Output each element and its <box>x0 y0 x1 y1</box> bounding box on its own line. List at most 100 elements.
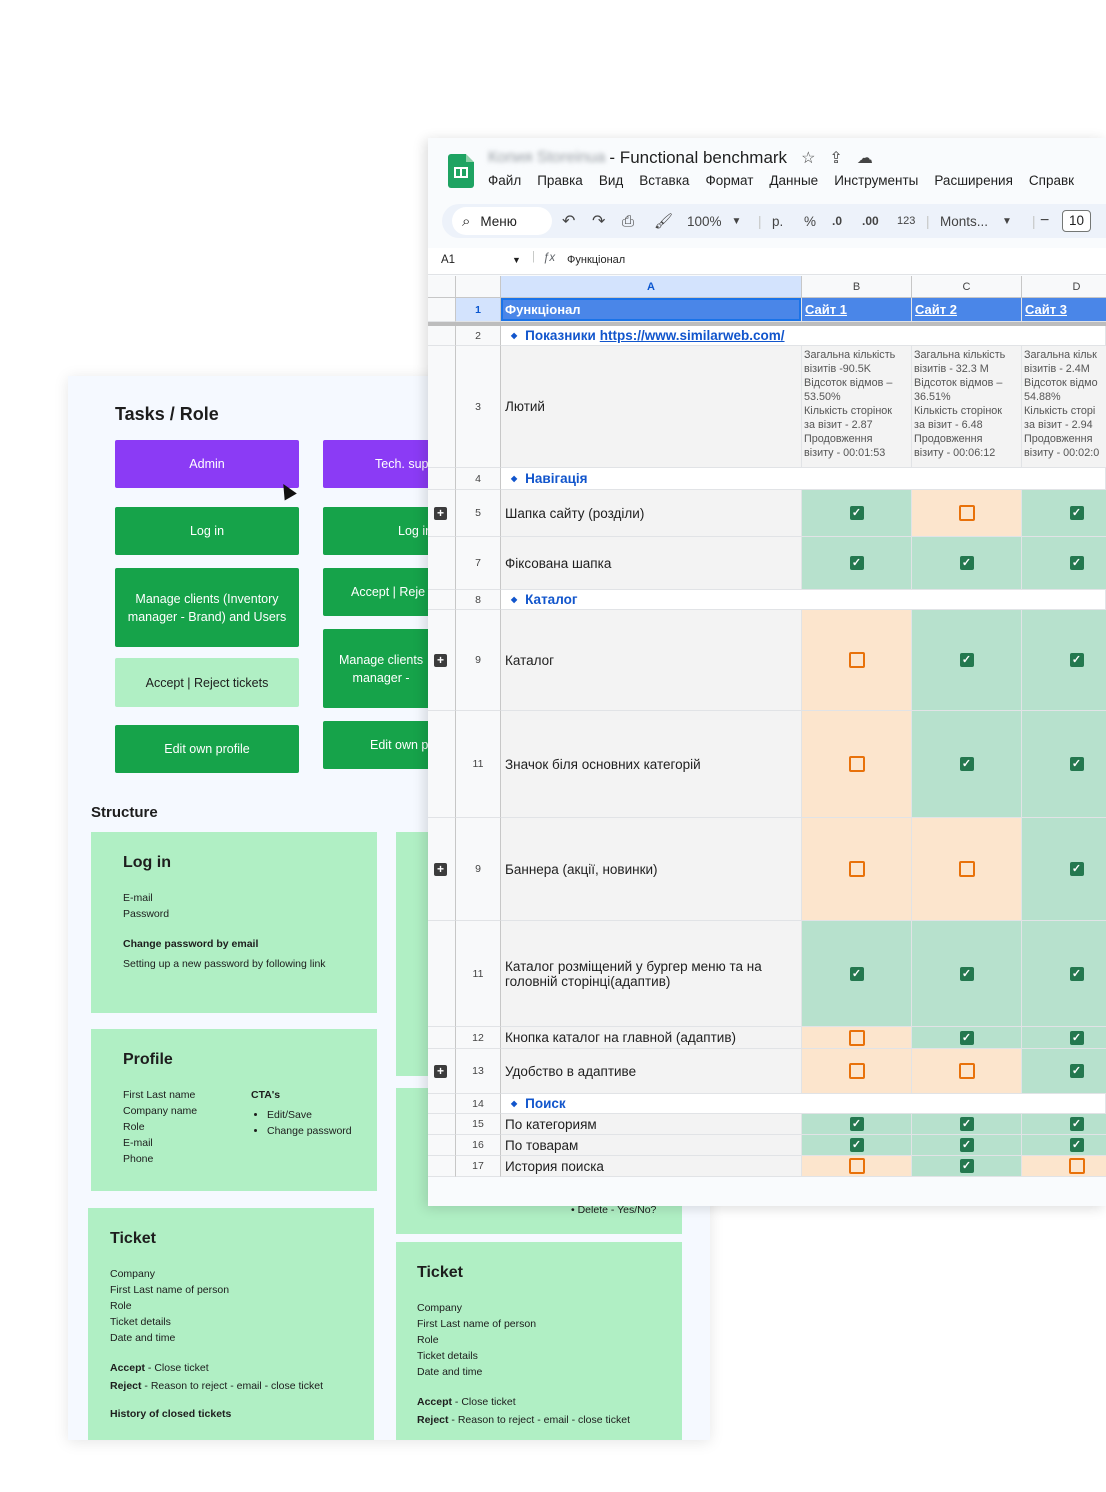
checkbox-cell[interactable]: ✓ <box>1022 610 1106 711</box>
unchecked-checkbox-icon[interactable] <box>848 1158 865 1174</box>
header-cell-site-2[interactable]: Сайт 2 <box>912 298 1022 322</box>
checked-checkbox-icon[interactable]: ✓ <box>1069 653 1084 667</box>
unchecked-checkbox-icon[interactable] <box>848 861 865 877</box>
feature-name-cell[interactable]: Кнопка каталог на главной (адаптив) <box>501 1027 802 1049</box>
document-title[interactable]: - Functional benchmark <box>609 148 787 168</box>
header-cell-site-1[interactable]: Сайт 1 <box>802 298 912 322</box>
row-number[interactable]: 9 <box>456 818 501 921</box>
feature-name-cell[interactable]: Лютий <box>501 346 802 468</box>
chevron-down-icon[interactable]: ▼ <box>512 255 521 265</box>
checked-checkbox-icon[interactable]: ✓ <box>849 506 864 520</box>
row-number[interactable]: 11 <box>456 711 501 818</box>
feature-name-cell[interactable]: Каталог розміщений у бургер меню та на г… <box>501 921 802 1027</box>
expand-group-plus-icon[interactable]: + <box>434 506 447 520</box>
checkbox-cell[interactable] <box>802 1049 912 1094</box>
checked-checkbox-icon[interactable]: ✓ <box>959 1117 974 1131</box>
checked-checkbox-icon[interactable]: ✓ <box>849 1117 864 1131</box>
sheets-logo-icon[interactable] <box>448 154 474 188</box>
checkbox-cell[interactable]: ✓ <box>912 1156 1022 1177</box>
checked-checkbox-icon[interactable]: ✓ <box>959 556 974 570</box>
unchecked-checkbox-icon[interactable] <box>848 756 865 772</box>
checkbox-cell[interactable] <box>912 818 1022 921</box>
checkbox-cell[interactable]: ✓ <box>1022 711 1106 818</box>
more-formats-button[interactable]: 123 <box>897 204 915 238</box>
unchecked-checkbox-icon[interactable] <box>848 652 865 668</box>
feature-name-cell[interactable]: Значок біля основних категорій <box>501 711 802 818</box>
section-title-cell[interactable]: ◆ Показники https://www.similarweb.com/ <box>501 326 1106 346</box>
expand-group-plus-icon[interactable]: + <box>434 1064 447 1078</box>
increase-decimal-button[interactable]: .00 <box>862 204 879 238</box>
paint-format-icon[interactable]: 🖌 <box>654 204 673 238</box>
task-tile-login[interactable]: Log in <box>115 507 299 555</box>
checkbox-cell[interactable]: ✓ <box>1022 1135 1106 1156</box>
percent-format-button[interactable]: % <box>804 204 816 238</box>
section-title-cell[interactable]: ◆ Поиск <box>501 1094 1106 1114</box>
feature-name-cell[interactable]: История поиска <box>501 1156 802 1177</box>
checked-checkbox-icon[interactable]: ✓ <box>849 1138 864 1152</box>
checkbox-cell[interactable]: ✓ <box>1022 1027 1106 1049</box>
checkbox-cell[interactable]: ✓ <box>912 1027 1022 1049</box>
star-icon[interactable]: ☆ <box>801 148 815 168</box>
font-size-input[interactable]: 10 <box>1062 204 1092 238</box>
expand-group-plus-icon[interactable]: + <box>434 653 447 667</box>
checked-checkbox-icon[interactable]: ✓ <box>959 966 974 981</box>
checkbox-cell[interactable]: ✓ <box>912 711 1022 818</box>
checkbox-cell[interactable]: ✓ <box>912 921 1022 1027</box>
expand-group-plus-icon[interactable]: + <box>434 862 447 876</box>
unchecked-checkbox-icon[interactable] <box>958 861 975 877</box>
decrease-decimal-button[interactable]: .0 <box>832 204 842 238</box>
menu-data[interactable]: Данные <box>769 173 818 188</box>
checked-checkbox-icon[interactable]: ✓ <box>959 653 974 667</box>
menu-format[interactable]: Формат <box>705 173 753 188</box>
section-title-cell[interactable]: ◆ Каталог <box>501 590 1106 610</box>
row-number[interactable]: 15 <box>456 1114 501 1135</box>
checkbox-cell[interactable]: ✓ <box>802 537 912 590</box>
checkbox-cell[interactable]: ✓ <box>802 1114 912 1135</box>
checkbox-cell[interactable]: ✓ <box>1022 921 1106 1027</box>
row-number[interactable]: 9 <box>456 610 501 711</box>
formula-input[interactable]: Функціонал <box>567 254 625 266</box>
column-header-a[interactable]: A <box>501 276 802 298</box>
task-tile-manage-clients[interactable]: Manage clients (Inventory manager - Bran… <box>115 568 299 647</box>
feature-name-cell[interactable]: Каталог <box>501 610 802 711</box>
row-number[interactable]: 12 <box>456 1027 501 1049</box>
print-icon[interactable]: ⎙ <box>622 204 634 238</box>
unchecked-checkbox-icon[interactable] <box>1068 1158 1085 1174</box>
decrease-font-size-button[interactable]: − <box>1040 204 1049 238</box>
unchecked-checkbox-icon[interactable] <box>848 1063 865 1079</box>
menu-view[interactable]: Вид <box>599 173 623 188</box>
checked-checkbox-icon[interactable]: ✓ <box>1069 506 1084 520</box>
row-number[interactable]: 13 <box>456 1049 501 1094</box>
header-cell-site-3[interactable]: Сайт 3 <box>1022 298 1106 322</box>
checkbox-cell[interactable]: ✓ <box>1022 818 1106 921</box>
row-number[interactable]: 17 <box>456 1156 501 1177</box>
column-header-d[interactable]: D <box>1022 276 1106 298</box>
task-tile-edit-profile[interactable]: Edit own profile <box>115 725 299 773</box>
menu-insert[interactable]: Вставка <box>639 173 689 188</box>
checkbox-cell[interactable]: ✓ <box>802 1135 912 1156</box>
header-cell-feature[interactable]: Функціонал <box>501 298 802 322</box>
unchecked-checkbox-icon[interactable] <box>958 1063 975 1079</box>
checked-checkbox-icon[interactable]: ✓ <box>1069 1030 1084 1045</box>
checkbox-cell[interactable]: ✓ <box>912 1135 1022 1156</box>
checked-checkbox-icon[interactable]: ✓ <box>1069 966 1084 981</box>
column-header-c[interactable]: C <box>912 276 1022 298</box>
checked-checkbox-icon[interactable]: ✓ <box>1069 1117 1084 1131</box>
checked-checkbox-icon[interactable]: ✓ <box>1069 862 1084 876</box>
checkbox-cell[interactable]: ✓ <box>1022 490 1106 537</box>
checked-checkbox-icon[interactable]: ✓ <box>849 966 864 981</box>
corner-cell[interactable] <box>428 276 456 298</box>
row-number[interactable]: 16 <box>456 1135 501 1156</box>
row-number[interactable]: 1 <box>456 298 501 322</box>
stats-cell[interactable]: Загальна кількість візитів - 32.3 M Відс… <box>912 346 1022 468</box>
redo-icon[interactable]: ↷ <box>592 204 605 238</box>
cloud-saved-icon[interactable]: ☁ <box>857 148 873 168</box>
unchecked-checkbox-icon[interactable] <box>958 505 975 521</box>
checked-checkbox-icon[interactable]: ✓ <box>1069 1064 1084 1078</box>
row-number[interactable]: 7 <box>456 537 501 590</box>
checked-checkbox-icon[interactable]: ✓ <box>959 757 974 771</box>
checkbox-cell[interactable]: ✓ <box>802 490 912 537</box>
feature-name-cell[interactable]: Удобство в адаптиве <box>501 1049 802 1094</box>
checked-checkbox-icon[interactable]: ✓ <box>959 1138 974 1152</box>
feature-name-cell[interactable]: Фіксована шапка <box>501 537 802 590</box>
